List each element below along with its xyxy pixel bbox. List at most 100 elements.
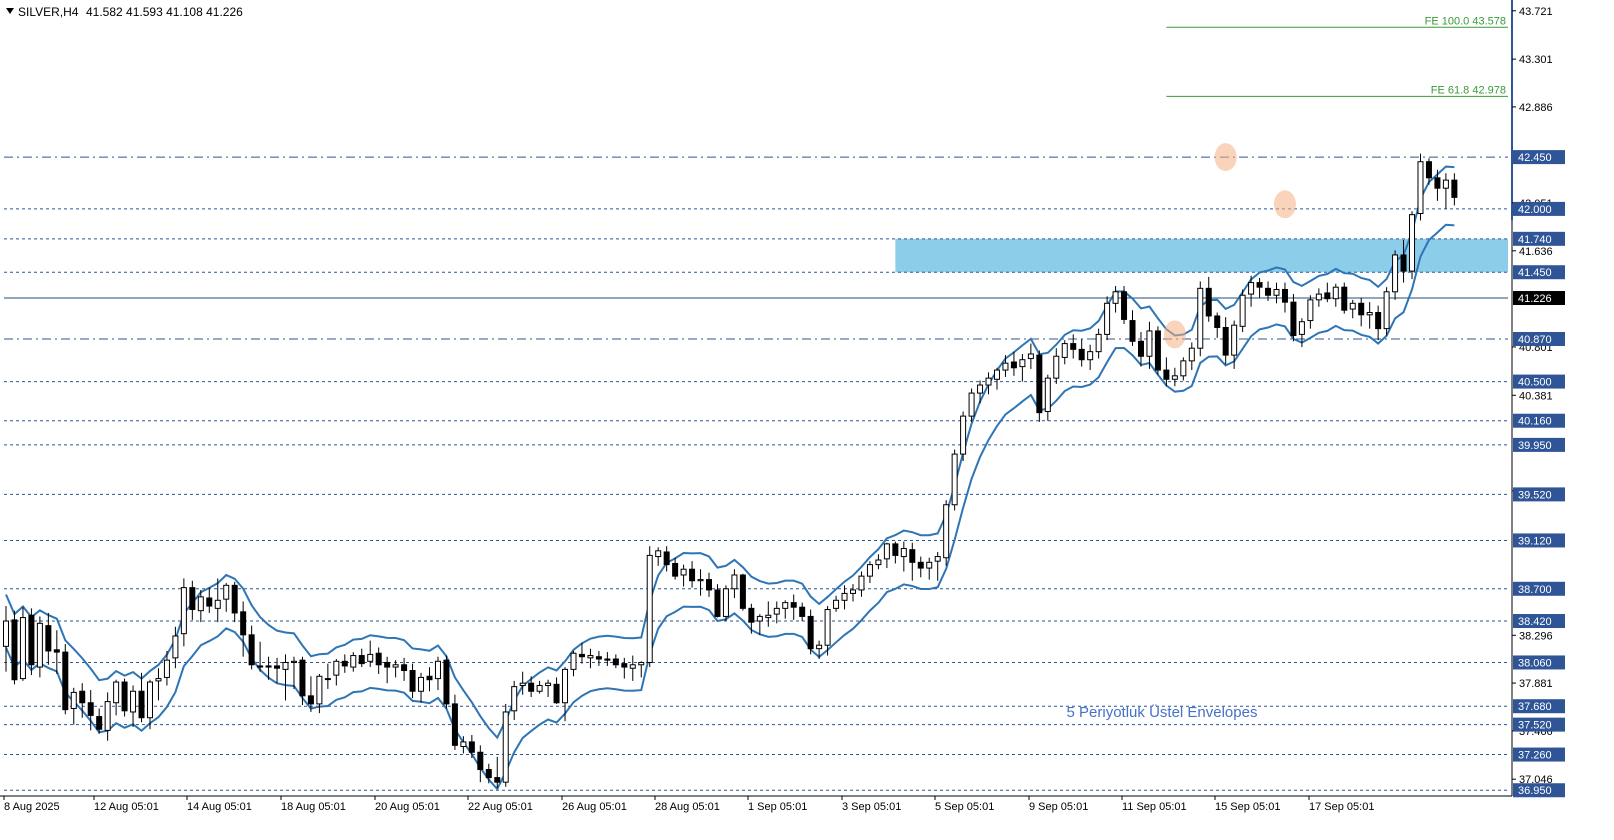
level-tag-0: 42.450 xyxy=(1518,152,1552,164)
candle xyxy=(502,703,509,787)
candle-body-bull xyxy=(1180,360,1187,377)
candle-body-bull xyxy=(460,741,467,747)
candle-body-bull xyxy=(824,609,831,646)
y-tick-label: 40.381 xyxy=(1519,390,1553,402)
candle-body-bear xyxy=(612,658,619,666)
candle-body-bear xyxy=(1205,287,1212,317)
candle-body-bull xyxy=(502,711,509,783)
ohlc-readout: 41.582 41.593 41.108 41.226 xyxy=(86,5,243,19)
candle-body-bear xyxy=(299,659,306,697)
candle-body-bull xyxy=(697,579,704,582)
candle xyxy=(1239,289,1246,333)
candle-body-bull xyxy=(951,453,958,506)
candle-body-bull xyxy=(875,559,882,566)
candle xyxy=(943,500,950,566)
candle-body-bull xyxy=(1061,343,1068,358)
candle xyxy=(722,585,729,622)
candle-body-bull xyxy=(1409,214,1416,272)
candle-body-bull xyxy=(1349,302,1356,310)
candle-body-bull xyxy=(629,664,636,669)
x-tick-label: 11 Sep 05:01 xyxy=(1122,801,1187,813)
candle-body-bear xyxy=(799,606,806,617)
candle-body-bull xyxy=(1146,330,1153,357)
candle-body-bull xyxy=(36,622,43,668)
candle-body-bear xyxy=(87,702,94,716)
candle-body-bull xyxy=(1087,351,1094,361)
resistance-zone xyxy=(895,238,1508,273)
candle-body-bear xyxy=(595,656,602,660)
candle-body-bull xyxy=(1019,359,1026,368)
candle-body-bear xyxy=(265,665,272,668)
candle-body-bull xyxy=(214,599,221,609)
candle-body-bull xyxy=(282,661,289,670)
candle-body-bull xyxy=(367,653,374,662)
candle-body-bull xyxy=(680,568,687,576)
candle-body-bull xyxy=(434,660,441,680)
candle-body-bull xyxy=(977,384,984,394)
x-tick-label: 12 Aug 05:01 xyxy=(94,801,159,813)
x-tick-label: 9 Sep 05:01 xyxy=(1029,801,1088,813)
candle-body-bull xyxy=(638,661,645,666)
candle-body-bear xyxy=(1341,286,1348,311)
candle xyxy=(443,655,450,709)
candle-body-bull xyxy=(519,682,526,686)
candle-body-bull xyxy=(858,575,865,591)
level-tag-4: 40.870 xyxy=(1518,334,1552,346)
candle-body-bear xyxy=(748,607,755,623)
candle-body-bear xyxy=(1265,287,1272,296)
level-tag-14: 37.520 xyxy=(1518,720,1552,732)
candle-body-bear xyxy=(739,574,746,609)
candle-body-bull xyxy=(883,543,890,560)
candle-body-bear xyxy=(1290,301,1297,337)
resistance-zone-layer xyxy=(895,238,1508,273)
candle-body-bear xyxy=(401,664,408,672)
candle-body-bull xyxy=(968,392,975,417)
candle-body-bear xyxy=(790,602,797,608)
candle xyxy=(1383,287,1390,336)
level-tag-2: 41.740 xyxy=(1518,234,1552,246)
level-tag-9: 39.120 xyxy=(1518,535,1552,547)
candle-body-bear xyxy=(663,551,670,566)
candle-body-bear xyxy=(892,543,899,556)
x-tick-label: 15 Sep 05:01 xyxy=(1215,801,1280,813)
symbol-label: SILVER,H4 xyxy=(18,5,79,19)
candle-body-bear xyxy=(79,690,86,704)
candle-body-bull xyxy=(104,701,111,731)
candle-body-bull xyxy=(655,550,662,558)
candle-body-bull xyxy=(19,617,26,680)
candle-body-bear xyxy=(341,660,348,667)
candle-body-bull xyxy=(333,660,340,676)
level-tag-13: 37.680 xyxy=(1518,701,1552,713)
fib-label-1: FE 61.8 42.978 xyxy=(1431,84,1506,96)
level-tag-10: 38.700 xyxy=(1518,584,1552,596)
candle-body-bull xyxy=(1053,355,1060,379)
level-tag-1: 42.000 xyxy=(1518,204,1552,216)
candle-body-bull xyxy=(1298,321,1305,335)
candle-body-bull xyxy=(646,554,653,663)
y-tick-label: 43.301 xyxy=(1519,54,1553,66)
candle-body-bull xyxy=(163,659,170,678)
candle-body-bear xyxy=(807,615,814,650)
highlight-marker-0 xyxy=(1214,143,1237,172)
candle-body-bear xyxy=(604,658,611,661)
candle-body-bear xyxy=(53,649,60,653)
candle-body-bull xyxy=(850,589,856,594)
candle xyxy=(1197,281,1204,357)
y-tick-label: 38.296 xyxy=(1519,630,1553,642)
candle-body-bear xyxy=(494,777,501,783)
candle-body-bull xyxy=(350,655,357,668)
candle-body-bear xyxy=(1036,354,1043,414)
price-axis-accent xyxy=(1511,0,1513,221)
candle-body-bear xyxy=(672,562,679,577)
candle-body-bull xyxy=(1231,324,1238,356)
candle xyxy=(1341,282,1348,314)
y-tick-label: 41.636 xyxy=(1519,246,1553,258)
candle-body-bull xyxy=(1095,333,1102,353)
candle-body-bull xyxy=(926,561,933,569)
x-tick-label: 22 Aug 05:01 xyxy=(468,801,533,813)
candle-body-bull xyxy=(1171,375,1178,380)
level-tag-8: 39.520 xyxy=(1518,489,1552,501)
candle-body-bull xyxy=(1315,293,1322,301)
candle-body-bear xyxy=(11,619,18,681)
indicator-annotation: 5 Periyotluk Üstel Envelopes xyxy=(1067,703,1258,721)
